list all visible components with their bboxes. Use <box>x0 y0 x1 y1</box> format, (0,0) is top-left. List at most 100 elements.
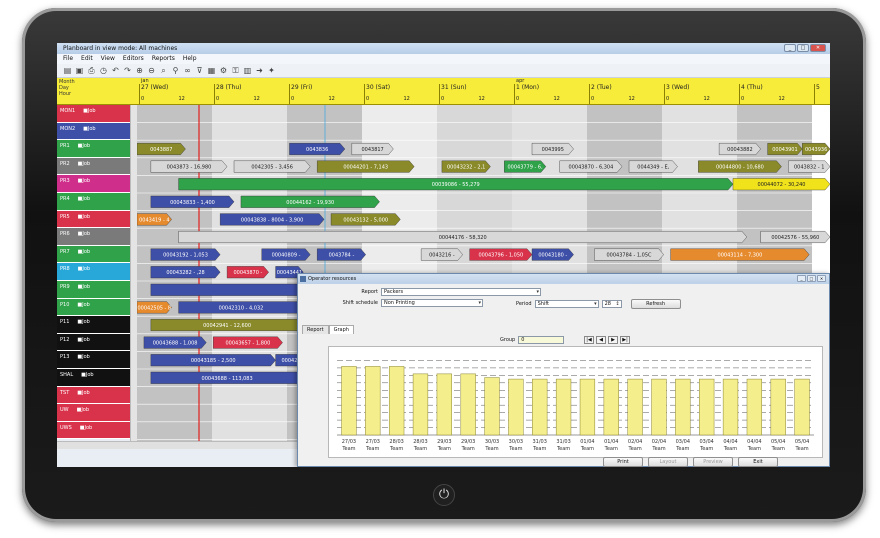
period-number-spinner[interactable]: 28 ↕ <box>601 300 622 308</box>
machine-row-label[interactable]: PR5 ■Job <box>57 210 130 229</box>
machine-row-label[interactable]: PR8 ■Job <box>57 263 130 281</box>
undo-icon[interactable]: ↶ <box>111 66 120 75</box>
zoom-in-icon[interactable]: ⊕ <box>135 66 144 75</box>
machine-job-label: ■Job <box>77 195 91 202</box>
menu-file[interactable]: File <box>63 54 73 64</box>
timeline-hour: 12 <box>553 96 560 102</box>
lock-icon[interactable]: ⚿ <box>231 66 240 75</box>
machine-row-label[interactable]: P13 ■Job <box>57 351 130 369</box>
first-record-button[interactable]: |◀ <box>584 336 594 344</box>
machine-row-label[interactable]: SHAL ■Job <box>57 368 130 387</box>
timeline-hour: 0 <box>441 96 445 102</box>
dialog-maximize-icon[interactable]: □ <box>807 275 816 282</box>
machine-row-label[interactable]: UW ■Job <box>57 404 130 422</box>
zoom-icon[interactable]: ⌕ <box>159 66 168 75</box>
chart-tick-sublabel: Team <box>389 446 403 452</box>
timeline-hour: 12 <box>178 96 185 102</box>
minimize-icon[interactable]: _ <box>784 44 796 52</box>
menu-reports[interactable]: Reports <box>152 54 175 64</box>
exit-button[interactable]: Exit <box>738 457 778 467</box>
maximize-icon[interactable]: □ <box>797 44 809 52</box>
dialog-titlebar: Operator resources _ □ ✕ <box>298 274 829 284</box>
pin-icon[interactable]: ✦ <box>267 66 276 75</box>
shift-select[interactable]: Non Printing ▾ <box>381 299 483 307</box>
machine-row-label[interactable]: PR9 ■Job <box>57 280 130 299</box>
timeline-hour: 12 <box>628 96 635 102</box>
machine-row-label[interactable]: MON1 ■Job <box>57 105 130 123</box>
chart-tick-sublabel: Team <box>532 446 546 452</box>
timeline-row-label: Hour <box>59 91 72 97</box>
machine-row-label[interactable]: P11 ■Job <box>57 316 130 334</box>
job-bar[interactable] <box>150 283 304 296</box>
previous-record-button[interactable]: ◀ <box>596 336 606 344</box>
binoculars-icon[interactable]: ∞ <box>183 66 192 75</box>
zoom-out-icon[interactable]: ⊖ <box>147 66 156 75</box>
arrow-icon[interactable]: ➜ <box>255 66 264 75</box>
horizontal-scrollbar[interactable] <box>57 441 297 449</box>
tab-report[interactable]: Report <box>302 325 329 334</box>
machine-job-label: ■Job <box>79 424 93 431</box>
vertical-scrollbar[interactable] <box>130 105 137 441</box>
print-icon[interactable]: ⎙ <box>87 66 96 75</box>
machine-row-label[interactable]: PR6 ■Job <box>57 228 130 246</box>
machine-row-label[interactable]: PR2 ■Job <box>57 157 130 176</box>
chart-bar <box>412 373 429 436</box>
layout-button[interactable]: Layout <box>648 457 688 467</box>
menu-view[interactable]: View <box>101 54 115 64</box>
save-icon[interactable]: ▣ <box>75 66 84 75</box>
grid-icon[interactable]: ▥ <box>243 66 252 75</box>
next-record-button[interactable]: ▶ <box>608 336 618 344</box>
machine-row-label[interactable]: TST ■Job <box>57 386 130 405</box>
tab-graph[interactable]: Graph <box>328 325 354 334</box>
menu-help[interactable]: Help <box>183 54 197 64</box>
machine-row-label[interactable]: P10 ■Job <box>57 298 130 317</box>
machine-row-label[interactable]: PR4 ■Job <box>57 192 130 211</box>
timeline-hour: 0 <box>516 96 520 102</box>
machine-row-label[interactable]: PR7 ■Job <box>57 245 130 264</box>
operator-chart: 27/03Team27/03Team28/03Team28/03Team29/0… <box>337 360 814 452</box>
machine-name: PR8 <box>60 266 70 273</box>
filter-icon[interactable]: ⊽ <box>195 66 204 75</box>
timeline-hour: 0 <box>666 96 670 102</box>
machine-job-label: ■Job <box>77 266 91 273</box>
machine-row-label[interactable]: PR3 ■Job <box>57 175 130 193</box>
preview-button[interactable]: Preview <box>693 457 733 467</box>
last-record-button[interactable]: ▶| <box>620 336 630 344</box>
chevron-down-icon: ▾ <box>594 301 597 307</box>
menu-edit[interactable]: Edit <box>81 54 93 64</box>
job-bar-label: 00043282 - ,28 <box>166 270 204 276</box>
job-bar-label: 00044201 - 7,143 <box>343 165 388 171</box>
print-button[interactable]: Print <box>603 457 643 467</box>
chart-tick-sublabel: Team <box>461 446 475 452</box>
period-select[interactable]: Shift ▾ <box>534 300 599 308</box>
chart-bar <box>627 378 643 436</box>
job-bar-label: 0043419 - 4 <box>139 217 169 223</box>
dialog-close-icon[interactable]: ✕ <box>817 275 826 282</box>
menu-editors[interactable]: Editors <box>123 54 144 64</box>
open-icon[interactable]: ▤ <box>63 66 72 75</box>
group-field[interactable]: 0 <box>518 336 565 344</box>
clock-icon[interactable]: ◷ <box>99 66 108 75</box>
machine-row-label[interactable]: UWS ■Job <box>57 421 130 440</box>
timeline-month: jan <box>141 78 149 84</box>
report-select[interactable]: Packers ▾ <box>381 288 541 296</box>
chart-tick-sublabel: Team <box>699 446 713 452</box>
machine-row-label[interactable]: MON2 ■Job <box>57 122 130 141</box>
find-icon[interactable]: ⚲ <box>171 66 180 75</box>
machine-row-label[interactable]: P12 ■Job <box>57 333 130 352</box>
power-icon[interactable]: ⏻ <box>433 484 455 506</box>
settings-icon[interactable]: ⚙ <box>219 66 228 75</box>
machine-row-label[interactable]: PR1 ■Job <box>57 140 130 158</box>
machine-job-label: ■Job <box>76 407 90 414</box>
redo-icon[interactable]: ↷ <box>123 66 132 75</box>
dialog-minimize-icon[interactable]: _ <box>797 275 806 282</box>
report-row: Report Packers ▾ <box>350 288 541 296</box>
period-label: Period <box>516 301 532 307</box>
close-icon[interactable]: ✕ <box>810 44 826 52</box>
refresh-button[interactable]: Refresh <box>630 299 681 309</box>
period-value: Shift <box>537 301 549 307</box>
chart-tick-label: 05/04 <box>771 439 785 445</box>
job-bar-label: 0043216 - <box>429 253 455 259</box>
job-bar-label: 0042305 - 3,456 <box>251 165 293 171</box>
chart-icon[interactable]: ▦ <box>207 66 216 75</box>
